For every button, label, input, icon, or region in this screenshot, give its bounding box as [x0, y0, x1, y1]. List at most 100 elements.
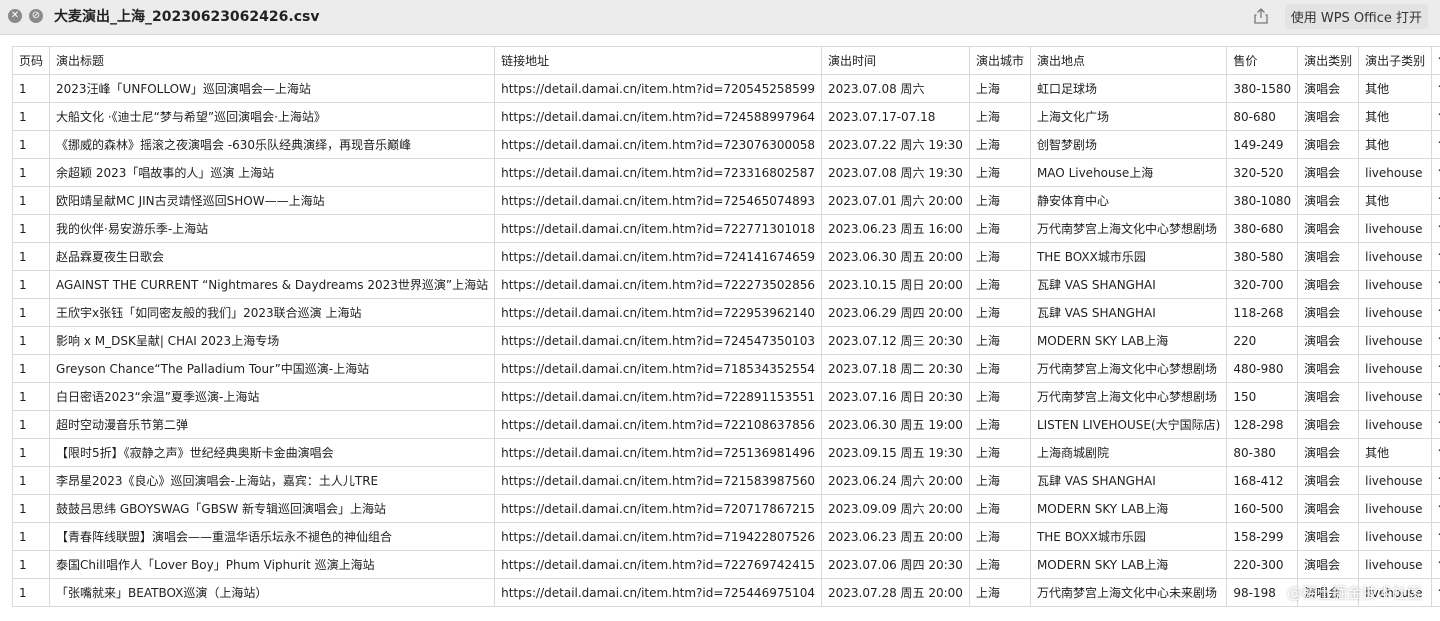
table-cell[interactable]: livehouse	[1359, 523, 1432, 551]
table-cell[interactable]: 瓦肆 VAS SHANGHAI	[1030, 467, 1226, 495]
table-cell[interactable]: 售票中	[1432, 243, 1440, 271]
table-cell[interactable]: 超时空动漫音乐节第二弹	[50, 411, 495, 439]
table-cell[interactable]: 1	[13, 131, 50, 159]
open-with-wps-button[interactable]: 使用 WPS Office 打开	[1285, 4, 1428, 29]
table-cell[interactable]: https://detail.damai.cn/item.htm?id=7222…	[495, 271, 822, 299]
table-cell[interactable]: 上海	[969, 187, 1030, 215]
table-cell[interactable]: 演唱会	[1298, 131, 1359, 159]
table-cell[interactable]: 演唱会	[1298, 327, 1359, 355]
table-cell[interactable]: 售票中	[1432, 495, 1440, 523]
table-cell[interactable]: 【青春阵线联盟】演唱会——重温华语乐坛永不褪色的神仙组合	[50, 523, 495, 551]
table-cell[interactable]: https://detail.damai.cn/item.htm?id=7254…	[495, 579, 822, 607]
table-cell[interactable]: MODERN SKY LAB上海	[1030, 327, 1226, 355]
table-cell[interactable]: 2023.07.08 周六	[822, 75, 970, 103]
column-header[interactable]: 演出时间	[822, 47, 970, 75]
column-header[interactable]: 演出标题	[50, 47, 495, 75]
table-cell[interactable]: 1	[13, 551, 50, 579]
table-cell[interactable]: 售票中	[1432, 131, 1440, 159]
table-cell[interactable]: MAO Livehouse上海	[1030, 159, 1226, 187]
table-row[interactable]: 1王欣宇x张钰「如同密友般的我们」2023联合巡演 上海站https://det…	[13, 299, 1440, 327]
column-header[interactable]: 售票状态	[1432, 47, 1440, 75]
table-cell[interactable]: livehouse	[1359, 467, 1432, 495]
table-row[interactable]: 1赵品霖夏夜生日歌会https://detail.damai.cn/item.h…	[13, 243, 1440, 271]
table-cell[interactable]: livehouse	[1359, 411, 1432, 439]
table-cell[interactable]: https://detail.damai.cn/item.htm?id=7227…	[495, 551, 822, 579]
table-cell[interactable]: 2023.06.23 周五 20:00	[822, 523, 970, 551]
table-cell[interactable]: 2023.07.12 周三 20:30	[822, 327, 970, 355]
table-cell[interactable]: 演唱会	[1298, 411, 1359, 439]
table-cell[interactable]: 售票中	[1432, 467, 1440, 495]
table-cell[interactable]: 1	[13, 383, 50, 411]
table-cell[interactable]: 1	[13, 243, 50, 271]
table-cell[interactable]: 2023.09.09 周六 20:00	[822, 495, 970, 523]
column-header[interactable]: 演出类别	[1298, 47, 1359, 75]
table-cell[interactable]: Greyson Chance“The Palladium Tour”中国巡演-上…	[50, 355, 495, 383]
table-cell[interactable]: 《挪威的森林》摇滚之夜演唱会 -630乐队经典演绎，再现音乐巅峰	[50, 131, 495, 159]
table-cell[interactable]: 168-412	[1227, 467, 1298, 495]
table-cell[interactable]: 150	[1227, 383, 1298, 411]
table-cell[interactable]: 售票中	[1432, 523, 1440, 551]
table-cell[interactable]: 1	[13, 523, 50, 551]
table-cell[interactable]: 320-700	[1227, 271, 1298, 299]
table-cell[interactable]: 2023.07.22 周六 19:30	[822, 131, 970, 159]
table-cell[interactable]: 售票中	[1432, 551, 1440, 579]
table-cell[interactable]: 王欣宇x张钰「如同密友般的我们」2023联合巡演 上海站	[50, 299, 495, 327]
table-cell[interactable]: 2023.06.23 周五 16:00	[822, 215, 970, 243]
table-cell[interactable]: https://detail.damai.cn/item.htm?id=7233…	[495, 159, 822, 187]
column-header[interactable]: 链接地址	[495, 47, 822, 75]
table-cell[interactable]: 480-980	[1227, 355, 1298, 383]
table-cell[interactable]: 「张嘴就来」BEATBOX巡演（上海站）	[50, 579, 495, 607]
table-cell[interactable]: THE BOXX城市乐园	[1030, 243, 1226, 271]
table-cell[interactable]: 上海	[969, 439, 1030, 467]
table-cell[interactable]: AGAINST THE CURRENT “Nightmares & Daydre…	[50, 271, 495, 299]
table-cell[interactable]: 2023.07.06 周四 20:30	[822, 551, 970, 579]
table-cell[interactable]: 1	[13, 411, 50, 439]
table-cell[interactable]: 2023.07.17-07.18	[822, 103, 970, 131]
table-cell[interactable]: https://detail.damai.cn/item.htm?id=7185…	[495, 355, 822, 383]
table-cell[interactable]: https://detail.damai.cn/item.htm?id=7215…	[495, 467, 822, 495]
table-row[interactable]: 1Greyson Chance“The Palladium Tour”中国巡演-…	[13, 355, 1440, 383]
table-cell[interactable]: https://detail.damai.cn/item.htm?id=7245…	[495, 103, 822, 131]
table-cell[interactable]: 上海	[969, 551, 1030, 579]
table-cell[interactable]: https://detail.damai.cn/item.htm?id=7228…	[495, 383, 822, 411]
table-row[interactable]: 1李昂星2023《良心》巡回演唱会-上海站，嘉宾：土人儿TREhttps://d…	[13, 467, 1440, 495]
table-cell[interactable]: https://detail.damai.cn/item.htm?id=7194…	[495, 523, 822, 551]
table-cell[interactable]: 128-298	[1227, 411, 1298, 439]
table-cell[interactable]: 演唱会	[1298, 383, 1359, 411]
table-cell[interactable]: livehouse	[1359, 215, 1432, 243]
table-cell[interactable]: 演唱会	[1298, 159, 1359, 187]
table-cell[interactable]: https://detail.damai.cn/item.htm?id=7245…	[495, 327, 822, 355]
table-cell[interactable]: 万代南梦宫上海文化中心未来剧场	[1030, 579, 1226, 607]
table-cell[interactable]: 创智梦剧场	[1030, 131, 1226, 159]
table-row[interactable]: 1白日密语2023“余温”夏季巡演-上海站https://detail.dama…	[13, 383, 1440, 411]
table-cell[interactable]: 1	[13, 439, 50, 467]
column-header[interactable]: 演出地点	[1030, 47, 1226, 75]
table-cell[interactable]: 演唱会	[1298, 271, 1359, 299]
table-cell[interactable]: 380-580	[1227, 243, 1298, 271]
table-cell[interactable]: 演唱会	[1298, 187, 1359, 215]
table-row[interactable]: 1影响 x M_DSK呈献| CHAI 2023上海专场https://deta…	[13, 327, 1440, 355]
table-cell[interactable]: 上海	[969, 327, 1030, 355]
table-cell[interactable]: livehouse	[1359, 495, 1432, 523]
column-header[interactable]: 售价	[1227, 47, 1298, 75]
table-cell[interactable]: livehouse	[1359, 327, 1432, 355]
table-cell[interactable]: MODERN SKY LAB上海	[1030, 551, 1226, 579]
table-cell[interactable]: 2023.09.15 周五 19:30	[822, 439, 970, 467]
table-cell[interactable]: 静安体育中心	[1030, 187, 1226, 215]
table-cell[interactable]: MODERN SKY LAB上海	[1030, 495, 1226, 523]
table-cell[interactable]: 1	[13, 355, 50, 383]
table-cell[interactable]: 158-299	[1227, 523, 1298, 551]
table-cell[interactable]: 其他	[1359, 439, 1432, 467]
table-cell[interactable]: 赵品霖夏夜生日歌会	[50, 243, 495, 271]
table-cell[interactable]: 2023.06.30 周五 19:00	[822, 411, 970, 439]
table-cell[interactable]: https://detail.damai.cn/item.htm?id=7230…	[495, 131, 822, 159]
table-cell[interactable]: 80-380	[1227, 439, 1298, 467]
table-cell[interactable]: 80-680	[1227, 103, 1298, 131]
table-cell[interactable]: 演唱会	[1298, 523, 1359, 551]
table-cell[interactable]: 2023.06.29 周四 20:00	[822, 299, 970, 327]
table-cell[interactable]: 上海商城剧院	[1030, 439, 1226, 467]
table-cell[interactable]: 售票中	[1432, 327, 1440, 355]
table-cell[interactable]: 1	[13, 299, 50, 327]
table-cell[interactable]: 上海	[969, 495, 1030, 523]
table-cell[interactable]: 鼓鼓吕思纬 GBOYSWAG「GBSW 新专辑巡回演唱会」上海站	[50, 495, 495, 523]
